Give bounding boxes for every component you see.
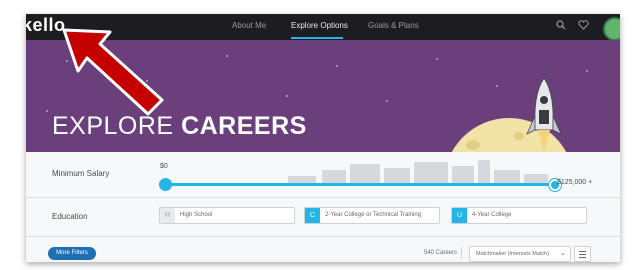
4-year-college-label: 4-Year College bbox=[472, 212, 512, 218]
title-bold-text: CAREERS bbox=[181, 112, 307, 140]
high-school-badge: H bbox=[160, 208, 175, 223]
count-separator bbox=[461, 247, 462, 259]
salary-histogram bbox=[350, 164, 380, 184]
salary-slider-handle[interactable] bbox=[159, 178, 172, 191]
more-filters-button[interactable]: More Filters bbox=[48, 247, 96, 260]
list-view-button[interactable] bbox=[574, 246, 591, 262]
education-option-high-school[interactable]: H High School bbox=[159, 207, 295, 224]
row-divider bbox=[26, 197, 620, 198]
list-view-icon bbox=[579, 251, 586, 252]
filters-panel: Minimum Salary $0 $125,000 + Education H… bbox=[26, 152, 620, 262]
search-icon[interactable] bbox=[556, 20, 566, 33]
sort-dropdown-value: Matchmaker (Interests Match) bbox=[476, 251, 550, 257]
star-decoration bbox=[226, 55, 228, 57]
star-decoration bbox=[586, 70, 588, 72]
nav-explore-options[interactable]: Explore Options bbox=[291, 21, 348, 30]
nav-about-me[interactable]: About Me bbox=[232, 21, 266, 30]
4-year-college-badge: U bbox=[452, 208, 467, 223]
salary-max-value: $125,000 + bbox=[557, 179, 593, 186]
salary-histogram bbox=[478, 160, 490, 184]
2-year-college-badge: C bbox=[305, 208, 320, 223]
education-option-2-year-college[interactable]: C 2-Year College or Technical Training bbox=[304, 207, 440, 224]
salary-min-value: $0 bbox=[160, 163, 168, 170]
salary-slider-track[interactable] bbox=[166, 183, 556, 186]
star-decoration bbox=[386, 100, 388, 102]
red-arrow-annotation bbox=[60, 26, 170, 118]
salary-histogram bbox=[414, 162, 448, 184]
salary-histogram bbox=[494, 170, 520, 184]
star-decoration bbox=[286, 95, 288, 97]
active-nav-indicator bbox=[291, 37, 343, 39]
list-view-icon bbox=[579, 254, 586, 255]
education-option-4-year-college[interactable]: U 4-Year College bbox=[451, 207, 587, 224]
star-decoration bbox=[46, 110, 48, 112]
star-decoration bbox=[336, 65, 338, 67]
education-label: Education bbox=[52, 212, 88, 221]
heart-icon[interactable] bbox=[578, 20, 589, 33]
user-avatar[interactable] bbox=[603, 17, 620, 41]
rocket-illustration bbox=[522, 72, 566, 152]
list-view-icon bbox=[579, 257, 586, 258]
salary-histogram bbox=[322, 170, 346, 184]
sort-dropdown[interactable]: Matchmaker (Interests Match) ⌄ bbox=[469, 246, 571, 262]
moon-crater bbox=[466, 140, 480, 150]
star-decoration bbox=[496, 85, 498, 87]
star-decoration bbox=[436, 58, 438, 60]
salary-histogram bbox=[452, 166, 474, 184]
salary-histogram bbox=[384, 168, 410, 184]
row-divider bbox=[26, 236, 620, 237]
chevron-down-icon: ⌄ bbox=[560, 250, 566, 257]
nav-goals-plans[interactable]: Goals & Plans bbox=[368, 21, 419, 30]
high-school-label: High School bbox=[180, 212, 213, 218]
career-count: 540 Careers bbox=[424, 250, 458, 256]
2-year-college-label: 2-Year College or Technical Training bbox=[325, 212, 422, 218]
minimum-salary-label: Minimum Salary bbox=[52, 169, 110, 178]
